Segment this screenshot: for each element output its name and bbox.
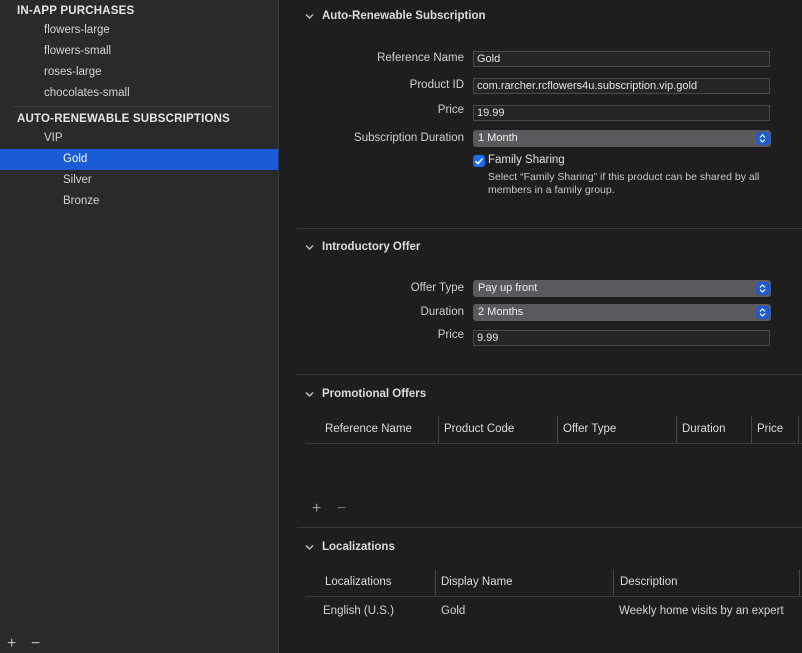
sidebar-item-bronze[interactable]: Bronze: [63, 191, 99, 212]
localizations-table-header: Localizations Display Name Description: [305, 569, 802, 597]
subscription-duration-label: Subscription Duration: [354, 132, 464, 144]
section-title-localizations: Localizations: [322, 541, 395, 553]
column-header-description[interactable]: Description: [612, 569, 800, 596]
section-title-introductory-offer: Introductory Offer: [322, 241, 421, 253]
column-header-product-code[interactable]: Product Code: [436, 416, 558, 443]
remove-button[interactable]: −: [31, 636, 40, 652]
reference-name-field[interactable]: Gold: [473, 51, 770, 67]
section-divider: [297, 374, 802, 375]
sidebar-item-chocolates-small[interactable]: chocolates-small: [44, 83, 130, 104]
price-field[interactable]: 19.99: [473, 105, 770, 121]
popup-stepper-icon: [756, 282, 769, 295]
add-button[interactable]: +: [7, 636, 16, 652]
sidebar-group-vip[interactable]: VIP: [44, 128, 63, 149]
intro-price-label: Price: [437, 329, 464, 341]
sidebar-item-roses-large[interactable]: roses-large: [44, 62, 102, 83]
popup-stepper-icon: [756, 306, 769, 319]
intro-price-field[interactable]: 9.99: [473, 330, 770, 346]
column-header-price[interactable]: Price: [749, 416, 799, 443]
column-header-localizations[interactable]: Localizations: [317, 569, 436, 596]
sidebar-selection-highlight: [0, 149, 278, 170]
family-sharing-help-line-2: members in a family group.: [488, 184, 615, 196]
column-header-duration[interactable]: Duration: [674, 416, 752, 443]
intro-duration-value: 2 Months: [478, 306, 524, 318]
sidebar: IN-APP PURCHASES flowers-large flowers-s…: [0, 0, 279, 653]
auto-renewable-subscriptions-header: AUTO-RENEWABLE SUBSCRIPTIONS: [17, 113, 231, 125]
family-sharing-help-line-1: Select “Family Sharing” if this product …: [488, 171, 760, 183]
detail-pane: Auto-Renewable Subscription Reference Na…: [279, 0, 802, 653]
chevron-down-icon[interactable]: [305, 543, 314, 552]
sidebar-item-flowers-small[interactable]: flowers-small: [44, 41, 111, 62]
sidebar-divider: [14, 106, 272, 107]
section-divider: [297, 228, 802, 229]
intro-duration-label: Duration: [420, 306, 464, 318]
locale-cell: English (U.S.): [323, 605, 394, 617]
product-id-field[interactable]: com.rarcher.rcflowers4u.subscription.vip…: [473, 78, 770, 94]
in-app-purchases-header: IN-APP PURCHASES: [17, 5, 135, 17]
subscription-duration-value: 1 Month: [478, 132, 518, 144]
intro-duration-popup[interactable]: 2 Months: [473, 304, 771, 321]
sidebar-item-flowers-large[interactable]: flowers-large: [44, 20, 110, 41]
remove-promo-offer-button[interactable]: −: [337, 501, 346, 517]
chevron-down-icon[interactable]: [305, 243, 314, 252]
family-sharing-checkbox[interactable]: [473, 155, 485, 167]
offer-type-popup[interactable]: Pay up front: [473, 280, 771, 297]
section-title-subscription: Auto-Renewable Subscription: [322, 10, 486, 22]
price-label: Price: [437, 104, 464, 116]
column-header-display-name[interactable]: Display Name: [433, 569, 614, 596]
checkmark-icon: [474, 157, 484, 165]
offer-type-value: Pay up front: [478, 282, 538, 294]
column-header-offer-type[interactable]: Offer Type: [555, 416, 677, 443]
display-name-cell: Gold: [441, 605, 466, 617]
popup-stepper-icon: [756, 132, 769, 145]
section-divider: [297, 527, 802, 528]
column-header-reference-name[interactable]: Reference Name: [317, 416, 439, 443]
section-title-promotional-offers: Promotional Offers: [322, 388, 427, 400]
reference-name-label: Reference Name: [377, 52, 464, 64]
promotional-offers-table-header: Reference Name Product Code Offer Type D…: [305, 416, 802, 444]
description-cell: Weekly home visits by an expert: [619, 605, 784, 617]
chevron-down-icon[interactable]: [305, 390, 314, 399]
subscription-duration-popup[interactable]: 1 Month: [473, 130, 771, 147]
sidebar-item-silver[interactable]: Silver: [63, 170, 92, 191]
chevron-down-icon[interactable]: [305, 12, 314, 21]
add-promo-offer-button[interactable]: +: [312, 501, 321, 517]
family-sharing-label[interactable]: Family Sharing: [488, 154, 565, 166]
offer-type-label: Offer Type: [410, 282, 464, 294]
sidebar-item-gold[interactable]: Gold: [63, 149, 87, 170]
product-id-label: Product ID: [409, 79, 464, 91]
